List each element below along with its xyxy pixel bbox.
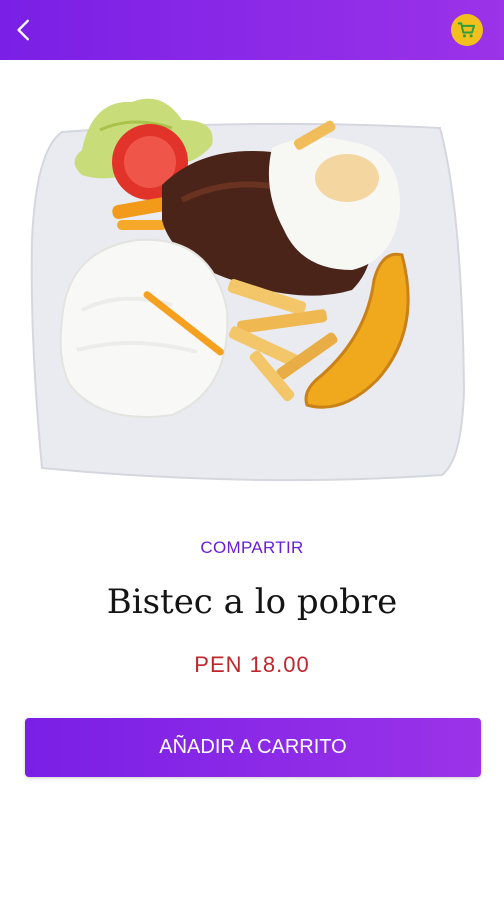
- add-to-cart-button[interactable]: AÑADIR A CARRITO: [25, 718, 481, 777]
- back-button[interactable]: [4, 10, 44, 50]
- food-plate-image: [30, 98, 466, 482]
- shopping-cart-icon: [457, 22, 476, 38]
- chevron-left-icon: [17, 19, 29, 41]
- product-price: PEN 18.00: [194, 652, 310, 677]
- share-link[interactable]: COMPARTIR: [0, 538, 504, 558]
- product-name: Bistec a lo pobre: [106, 582, 398, 622]
- app-bar: [0, 0, 504, 60]
- cart-button[interactable]: [451, 14, 483, 46]
